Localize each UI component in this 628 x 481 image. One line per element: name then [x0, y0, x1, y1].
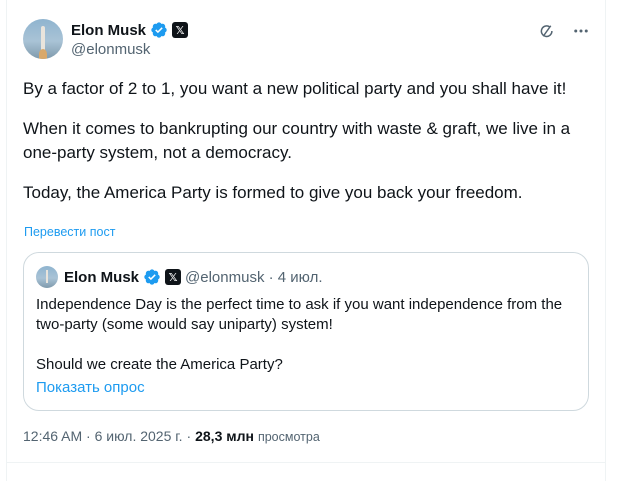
quoted-avatar-rocket — [46, 270, 48, 283]
quoted-text: Independence Day is the perfect time to … — [36, 295, 576, 375]
quoted-avatar[interactable] — [36, 266, 58, 288]
grok-icon[interactable] — [537, 21, 557, 41]
tweet-footer: 12:46 AM · 6 июл. 2025 г. · 28,3 млн про… — [23, 428, 320, 444]
quoted-meta: @elonmusk · 4 июл. — [185, 268, 323, 286]
translate-post-link[interactable]: Перевести пост — [24, 225, 115, 239]
views-label: просмотра — [257, 430, 320, 444]
quoted-tweet[interactable]: Elon Musk 𝕏 @elonmusk · 4 июл. Independe… — [23, 252, 589, 411]
author-handle[interactable]: @elonmusk — [71, 41, 150, 58]
tweet-paragraph: By a factor of 2 to 1, you want a new po… — [23, 79, 567, 98]
quoted-header: Elon Musk 𝕏 @elonmusk · 4 июл. — [36, 266, 323, 288]
quoted-author-name[interactable]: Elon Musk — [64, 269, 139, 286]
tweet-text: By a factor of 2 to 1, you want a new po… — [23, 77, 598, 205]
x-affiliate-badge-icon[interactable]: 𝕏 — [172, 22, 189, 38]
avatar-rocket — [41, 26, 45, 50]
views-count: 28,3 млн — [195, 428, 254, 444]
show-poll-link[interactable]: Показать опрос — [36, 379, 145, 396]
tweet-paragraph: When it comes to bankrupting our country… — [23, 119, 571, 162]
tweet-paragraph: Today, the America Party is formed to gi… — [23, 183, 523, 202]
author-name-row: Elon Musk 𝕏 — [71, 20, 189, 40]
author-avatar[interactable] — [23, 19, 63, 59]
quoted-x-affiliate-badge-icon: 𝕏 — [165, 269, 182, 285]
quoted-paragraph: Independence Day is the perfect time to … — [36, 296, 563, 333]
quoted-verified-badge-icon — [143, 268, 161, 286]
author-name[interactable]: Elon Musk — [71, 22, 146, 39]
more-icon[interactable] — [571, 21, 591, 41]
divider — [6, 462, 606, 463]
avatar-flame — [39, 49, 47, 59]
quoted-paragraph: Should we create the America Party? — [36, 356, 283, 373]
tweet-header: Elon Musk 𝕏 @elonmusk — [23, 19, 593, 61]
verified-badge-icon[interactable] — [150, 21, 168, 39]
header-actions — [537, 21, 591, 41]
timestamp[interactable]: 12:46 AM · 6 июл. 2025 г. · — [23, 428, 191, 444]
